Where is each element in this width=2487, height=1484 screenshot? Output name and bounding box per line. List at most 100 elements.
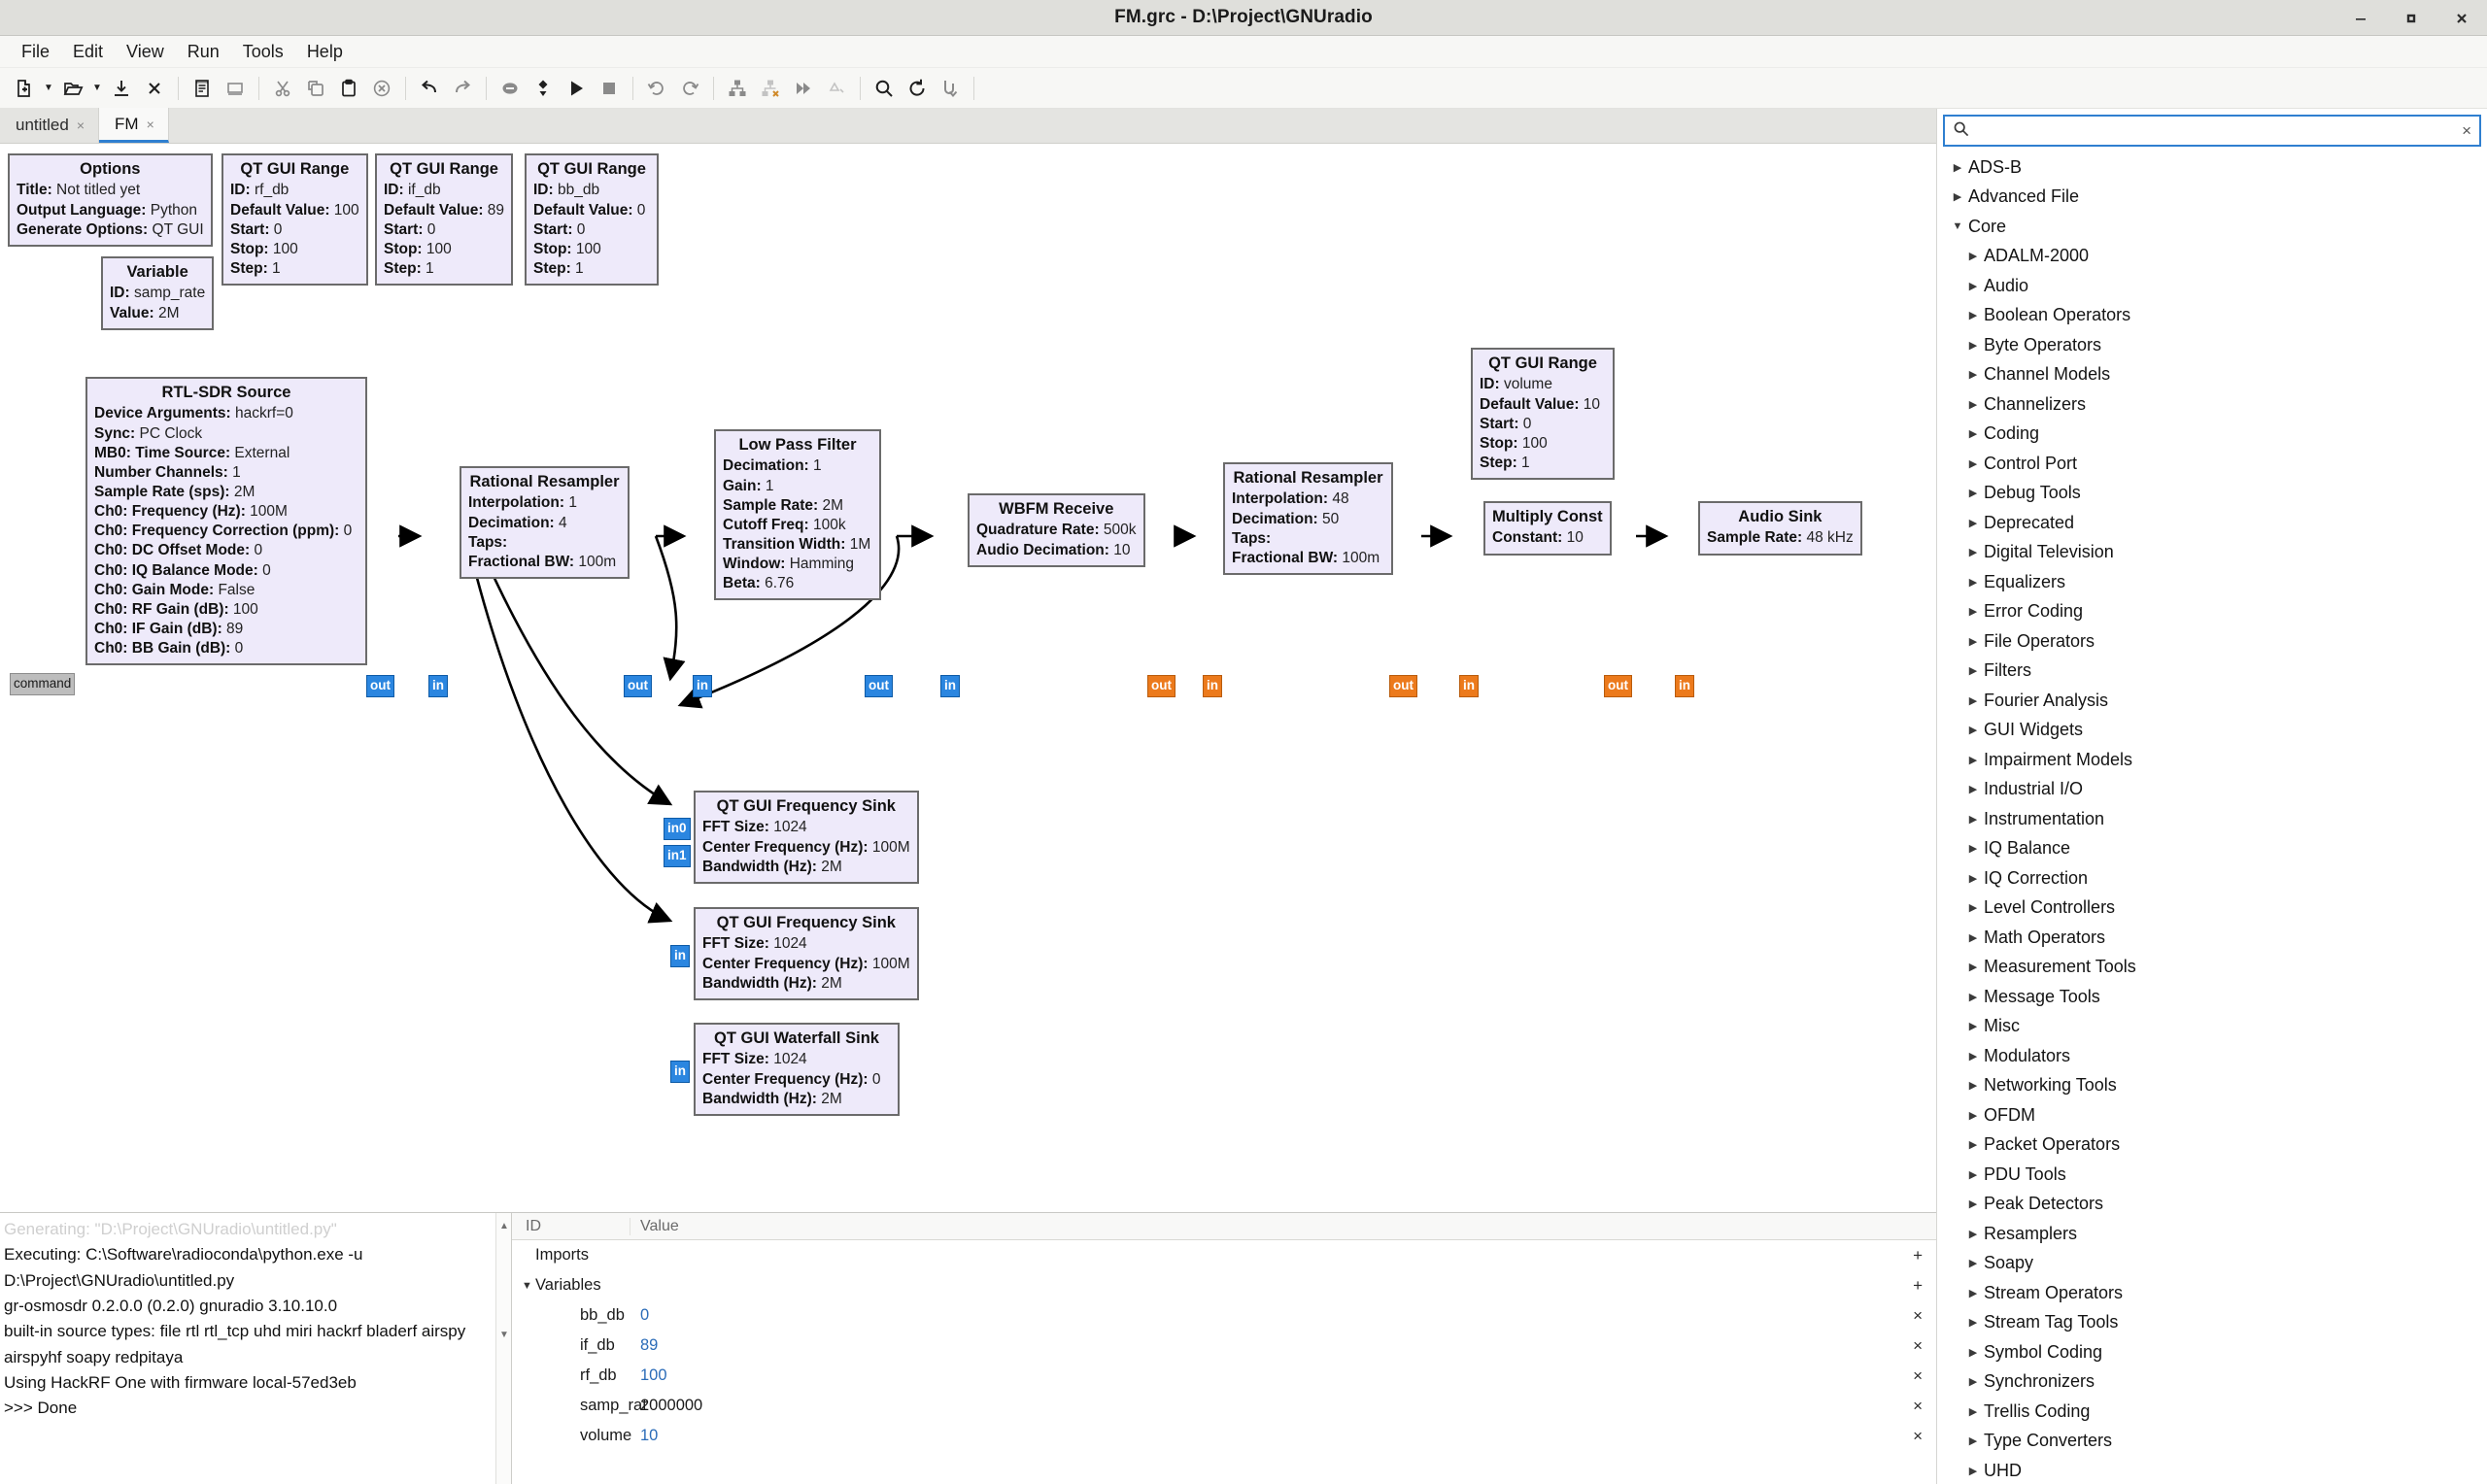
tree-item-instrumentation[interactable]: ▶ Instrumentation [1937, 804, 2487, 834]
resampler1-in-port[interactable]: in [428, 675, 448, 697]
tree-item-peak-detectors[interactable]: ▶ Peak Detectors [1937, 1190, 2487, 1220]
tree-item-uhd[interactable]: ▶ UHD [1937, 1456, 2487, 1479]
menu-file[interactable]: File [10, 38, 61, 66]
qtgui-frequency-sink-2-block[interactable]: QT GUI Frequency Sink FFT Size: 1024 Cente… [694, 907, 919, 1000]
tree-item-math-operators[interactable]: ▶ Math Operators [1937, 923, 2487, 953]
tree-item-audio[interactable]: ▶ Audio [1937, 271, 2487, 301]
chevron-right-icon[interactable]: ▶ [1962, 576, 1984, 589]
tree-item-core[interactable]: ▼ Core [1937, 212, 2487, 242]
console-scroll-down-icon[interactable]: ▼ [499, 1328, 509, 1343]
tree-item-symbol-coding[interactable]: ▶ Symbol Coding [1937, 1337, 2487, 1367]
lowpass-out-port[interactable]: out [865, 675, 893, 697]
waterfall-in-port[interactable]: in [670, 1061, 690, 1083]
tree-item-packet-operators[interactable]: ▶ Packet Operators [1937, 1130, 2487, 1161]
chevron-right-icon[interactable]: ▶ [1962, 309, 1984, 321]
wbfm-receive-block[interactable]: WBFM Receive Quadrature Rate: 500k Audio D… [968, 493, 1145, 567]
maximize-button[interactable] [2386, 0, 2436, 36]
chevron-right-icon[interactable]: ▶ [1962, 1287, 1984, 1299]
chevron-right-icon[interactable]: ▶ [1962, 1228, 1984, 1240]
delete-icon[interactable] [365, 72, 398, 105]
tree-item-advanced-file[interactable]: ▶ Advanced File [1937, 183, 2487, 213]
chevron-right-icon[interactable]: ▶ [1962, 1020, 1984, 1032]
remove-row-button[interactable]: × [1913, 1307, 1923, 1324]
tree-item-fourier-analysis[interactable]: ▶ Fourier Analysis [1937, 686, 2487, 716]
chevron-right-icon[interactable]: ▶ [1962, 754, 1984, 766]
freqsink1-in0-port[interactable]: in0 [664, 818, 691, 840]
align-icon[interactable] [820, 72, 853, 105]
new-file-icon[interactable] [8, 72, 41, 105]
variables-row-value[interactable]: 10 [630, 1427, 658, 1445]
menu-tools[interactable]: Tools [231, 38, 295, 66]
variables-row-value[interactable]: 0 [630, 1306, 649, 1325]
chevron-right-icon[interactable]: ▶ [1962, 427, 1984, 440]
tree-item-filters[interactable]: ▶ Filters [1937, 657, 2487, 687]
redo-icon[interactable] [446, 72, 479, 105]
create-hier-icon[interactable] [721, 72, 754, 105]
remove-row-button[interactable]: × [1913, 1398, 1923, 1414]
resampler1-out-port[interactable]: out [624, 675, 652, 697]
tree-item-coding[interactable]: ▶ Coding [1937, 420, 2487, 450]
wbfm-in-port[interactable]: in [940, 675, 960, 697]
chevron-right-icon[interactable]: ▶ [1962, 1168, 1984, 1181]
tree-item-pdu-tools[interactable]: ▶ PDU Tools [1937, 1160, 2487, 1190]
chevron-right-icon[interactable]: ▶ [1962, 368, 1984, 381]
chevron-right-icon[interactable]: ▶ [1962, 457, 1984, 470]
variables-row-value[interactable]: 89 [630, 1336, 658, 1355]
rtl-sdr-out-port[interactable]: out [366, 675, 394, 697]
chevron-right-icon[interactable]: ▶ [1962, 546, 1984, 558]
chevron-right-icon[interactable]: ▶ [1962, 635, 1984, 648]
tree-item-soapy[interactable]: ▶ Soapy [1937, 1249, 2487, 1279]
tree-item-modulators[interactable]: ▶ Modulators [1937, 1041, 2487, 1071]
zoom-out-icon[interactable] [934, 72, 967, 105]
kill-icon[interactable] [593, 72, 626, 105]
chevron-right-icon[interactable]: ▶ [1962, 280, 1984, 292]
chevron-right-icon[interactable]: ▶ [1962, 724, 1984, 736]
qtgui-range-bb-db-block[interactable]: QT GUI Range ID: bb_db Default Value: 0 Sta… [525, 153, 659, 287]
chevron-right-icon[interactable]: ▶ [1947, 190, 1968, 203]
chevron-right-icon[interactable]: ▶ [1962, 1405, 1984, 1418]
remove-row-button[interactable]: × [1913, 1337, 1923, 1354]
tree-item-debug-tools[interactable]: ▶ Debug Tools [1937, 479, 2487, 509]
open-folder-dropdown-caret[interactable]: ▼ [89, 72, 105, 105]
add-row-button[interactable]: + [1913, 1277, 1923, 1294]
multiply-in-port[interactable]: in [1459, 675, 1479, 697]
menu-edit[interactable]: Edit [61, 38, 115, 66]
rational-resampler-1-block[interactable]: Rational Resampler Interpolation: 1 Decima… [460, 466, 630, 579]
console-scrollbar[interactable]: ▲ ▼ [495, 1213, 511, 1484]
tree-item-synchronizers[interactable]: ▶ Synchronizers [1937, 1367, 2487, 1398]
enable-block-icon[interactable] [527, 72, 560, 105]
chevron-right-icon[interactable]: ▶ [1962, 339, 1984, 352]
tree-item-stream-operators[interactable]: ▶ Stream Operators [1937, 1278, 2487, 1308]
zoom-in-icon[interactable] [868, 72, 901, 105]
chevron-right-icon[interactable]: ▶ [1962, 1465, 1984, 1477]
chevron-right-icon[interactable]: ▶ [1962, 901, 1984, 914]
qtgui-range-rf-db-block[interactable]: QT GUI Range ID: rf_db Default Value: 100 S… [221, 153, 368, 287]
menu-help[interactable]: Help [295, 38, 355, 66]
chevron-right-icon[interactable]: ▶ [1962, 250, 1984, 262]
tree-item-file-operators[interactable]: ▶ File Operators [1937, 626, 2487, 657]
variables-row-value[interactable]: 100 [630, 1366, 667, 1385]
screenshot-icon[interactable] [219, 72, 252, 105]
minimize-button[interactable] [2335, 0, 2386, 36]
tree-item-deprecated[interactable]: ▶ Deprecated [1937, 508, 2487, 538]
tree-item-resamplers[interactable]: ▶ Resamplers [1937, 1219, 2487, 1249]
menu-view[interactable]: View [115, 38, 176, 66]
chevron-right-icon[interactable]: ▶ [1962, 1434, 1984, 1447]
rtl-sdr-command-port[interactable]: command [10, 673, 76, 695]
chevron-right-icon[interactable]: ▶ [1962, 1109, 1984, 1122]
tree-item-error-coding[interactable]: ▶ Error Coding [1937, 597, 2487, 627]
lowpass-in-port[interactable]: in [693, 675, 712, 697]
freqsink1-in1-port[interactable]: in1 [664, 845, 691, 867]
multiply-out-port[interactable]: out [1604, 675, 1632, 697]
qtgui-range-volume-block[interactable]: QT GUI Range ID: volume Default Value: 10 S… [1471, 348, 1615, 481]
tree-item-type-converters[interactable]: ▶ Type Converters [1937, 1427, 2487, 1457]
tree-item-byte-operators[interactable]: ▶ Byte Operators [1937, 330, 2487, 360]
tree-item-measurement-tools[interactable]: ▶ Measurement Tools [1937, 953, 2487, 983]
rotate-left-icon[interactable] [640, 72, 673, 105]
variables-row[interactable]: bb_db 0 × [512, 1300, 1936, 1331]
rtl-sdr-source-block[interactable]: RTL-SDR Source Device Arguments: hackrf=0… [85, 377, 367, 666]
close-button[interactable] [2436, 0, 2487, 36]
tree-item-networking-tools[interactable]: ▶ Networking Tools [1937, 1071, 2487, 1101]
audiosink-in-port[interactable]: in [1675, 675, 1694, 697]
tab-untitled[interactable]: untitled × [0, 108, 100, 143]
